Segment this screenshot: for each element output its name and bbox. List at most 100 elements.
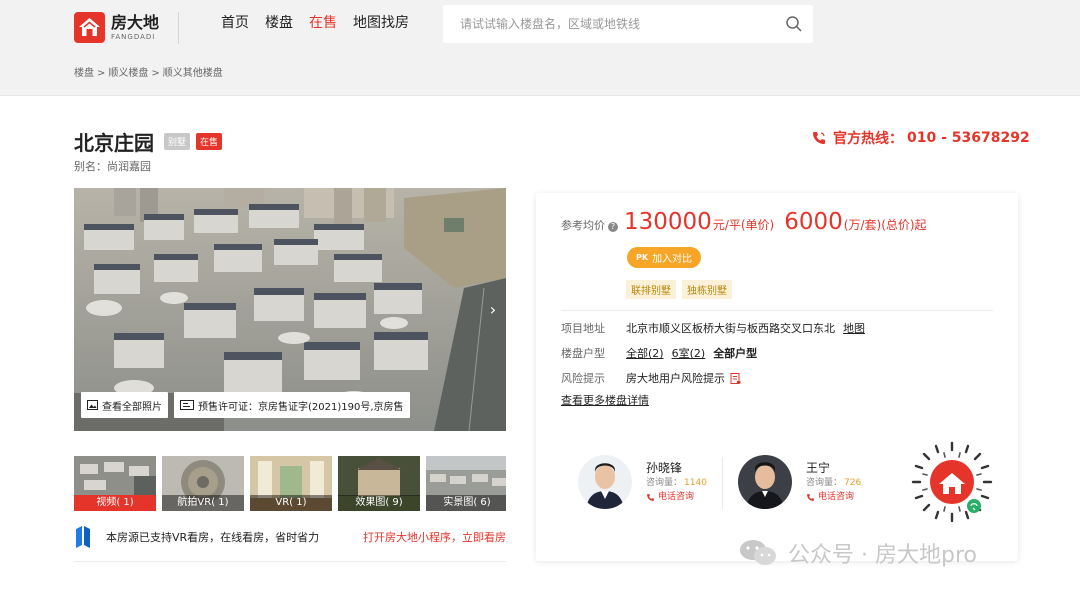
more-details-link[interactable]: 查看更多楼盘详情 [561,392,649,408]
risk-value[interactable]: 房大地用户风险提示 [626,370,725,386]
breadcrumb-separator: > [151,68,160,79]
views-label: 咨询量： [646,478,683,488]
official-hotline[interactable]: 官方热线： 010 - 53678292 [811,128,1030,148]
all-layouts-link[interactable]: 全部户型 [713,345,757,361]
breadcrumb-item[interactable]: 顺义其他楼盘 [163,68,223,79]
document-icon[interactable] [730,372,741,384]
open-miniprogram-link[interactable]: 打开房大地小程序，立即看房 [363,529,506,545]
agent-avatar[interactable] [738,455,792,509]
search-icon[interactable] [785,15,803,33]
view-all-photos-label: 查看全部照片 [102,401,162,413]
wechat-icon [738,538,778,568]
logo-house-icon [74,12,105,43]
avg-price-label: 参考均价 [561,219,605,232]
main-nav: 首页 楼盘 在售 地图找房 [221,13,409,33]
nav-home[interactable]: 首页 [221,13,249,33]
help-icon[interactable]: ? [608,222,618,232]
vr-notice-bar: 本房源已支持VR看房，在线看房，省时省力 打开房大地小程序，立即看房 [74,524,506,550]
thumb-vr[interactable]: VR( 1) [250,456,332,511]
search-input[interactable] [443,5,773,43]
agent-avatar[interactable] [578,455,632,509]
site-logo[interactable]: 房大地 FANGDADI [74,12,159,43]
map-link[interactable]: 地图 [843,320,865,336]
agent-views: 咨询量： 1140 [646,476,707,490]
call-agent-button[interactable]: 电话咨询 [646,490,707,504]
add-to-compare-label: 加入对比 [652,254,693,265]
layout-6room-link[interactable]: 6室(2) [672,345,706,361]
phone-icon [811,130,827,146]
thumb-video[interactable]: 视频( 1) [74,456,156,511]
property-name: 北京庄园 [74,131,154,155]
feature-tags: 联排别墅 独栋别墅 [626,280,732,299]
header-divider [178,12,179,44]
thumb-aerial-vr-label: 航拍VR( 1) [162,495,244,511]
agent-name: 孙晓锋 [646,461,683,475]
agent-card: 王宁 咨询量： 726 电话咨询 [738,455,861,509]
miniprogram-qr-code[interactable] [910,440,994,524]
logo-subtitle: FANGDADI [111,32,156,41]
layout-all-link[interactable]: 全部(2) [626,345,664,361]
divider [561,310,993,311]
divider [74,561,506,562]
hotline-label: 官方热线： [833,131,903,147]
thumb-renderings[interactable]: 效果图( 9) [338,456,420,511]
thumb-aerial-vr[interactable]: 航拍VR( 1) [162,456,244,511]
call-agent-label: 电话咨询 [818,492,855,502]
search-box [443,5,813,43]
add-to-compare-button[interactable]: PK 加入对比 [627,247,702,268]
thumb-video-label: 视频( 1) [74,495,156,511]
property-alias: 别名：尚润嘉园 [74,158,151,174]
feature-tag: 独栋别墅 [682,280,732,299]
thumb-real-photos[interactable]: 实景图( 6) [426,456,506,511]
price-row: 参考均价 ? 130000 元/平(单价) 6000 (万/套)(总价)起 [561,209,927,235]
breadcrumb-item[interactable]: 楼盘 [74,68,94,79]
total-price-suffix: (万/套)(总价)起 [843,218,927,232]
nav-properties[interactable]: 楼盘 [265,13,293,33]
nav-on-sale[interactable]: 在售 [309,13,337,33]
unit-price-suffix: 元/平(单价) [712,218,775,232]
risk-label: 风险提示 [561,372,605,385]
phone-icon [647,493,654,501]
alias-label: 别名： [74,160,107,173]
miniprogram-icon [74,525,92,549]
address-label: 项目地址 [561,322,605,335]
hotline-number: 010 - 53678292 [907,130,1030,146]
call-agent-label: 电话咨询 [658,492,695,502]
breadcrumb: 楼盘 > 顺义楼盘 > 顺义其他楼盘 [74,64,223,79]
presale-permit-badge: 预售许可证：京房售证字(2021)190号,京房售 [174,392,410,418]
thumb-vr-label: VR( 1) [250,495,332,511]
presale-permit-text: 预售许可证：京房售证字(2021)190号,京房售 [198,401,404,413]
property-type-tag: 别墅 [164,133,191,150]
site-header: 房大地 FANGDADI 首页 楼盘 在售 地图找房 楼盘>顺义楼盘>顺义其他楼… [0,0,1080,96]
view-all-photos-button[interactable]: 查看全部照片 [81,392,168,418]
views-count: 1140 [684,478,707,488]
views-label: 咨询量： [806,478,843,488]
certificate-icon [180,400,194,410]
logo-name: 房大地 [111,12,160,32]
breadcrumb-separator: > [97,68,106,79]
divider [722,457,723,509]
thumb-real-photos-label: 实景图( 6) [426,495,506,511]
next-photo-arrow[interactable]: › [480,294,506,324]
agent-name: 王宁 [806,461,831,475]
wechat-watermark: 公众号 · 房大地pro [738,537,977,569]
agent-views: 咨询量： 726 [806,476,861,490]
total-price: 6000 [784,209,843,235]
media-thumbnails: 视频( 1) 航拍VR( 1) VR( 1) 效果图( 9) 实景图( 6) [74,456,506,511]
alias-value: 尚润嘉园 [107,160,151,173]
image-icon [87,400,98,410]
call-agent-button[interactable]: 电话咨询 [806,490,861,504]
vr-notice-text: 本房源已支持VR看房，在线看房，省时省力 [106,531,320,544]
agent-card: 孙晓锋 咨询量： 1140 电话咨询 [578,455,707,509]
layout-label: 楼盘户型 [561,347,605,360]
pk-icon: PK [636,253,649,262]
property-title-row: 北京庄园 别墅 在售 [74,127,223,156]
breadcrumb-item[interactable]: 顺义楼盘 [108,68,148,79]
nav-map-search[interactable]: 地图找房 [353,13,409,33]
address-value: 北京市顺义区板桥大街与板西路交叉口东北 [626,322,835,335]
watermark-text: 公众号 · 房大地pro [788,543,977,568]
address-row: 项目地址 北京市顺义区板桥大街与板西路交叉口东北 地图 [561,320,865,336]
unit-price: 130000 [624,209,712,235]
risk-row: 风险提示 房大地用户风险提示 [561,370,741,386]
layout-row: 楼盘户型 全部(2) 6室(2) 全部户型 [561,345,757,361]
